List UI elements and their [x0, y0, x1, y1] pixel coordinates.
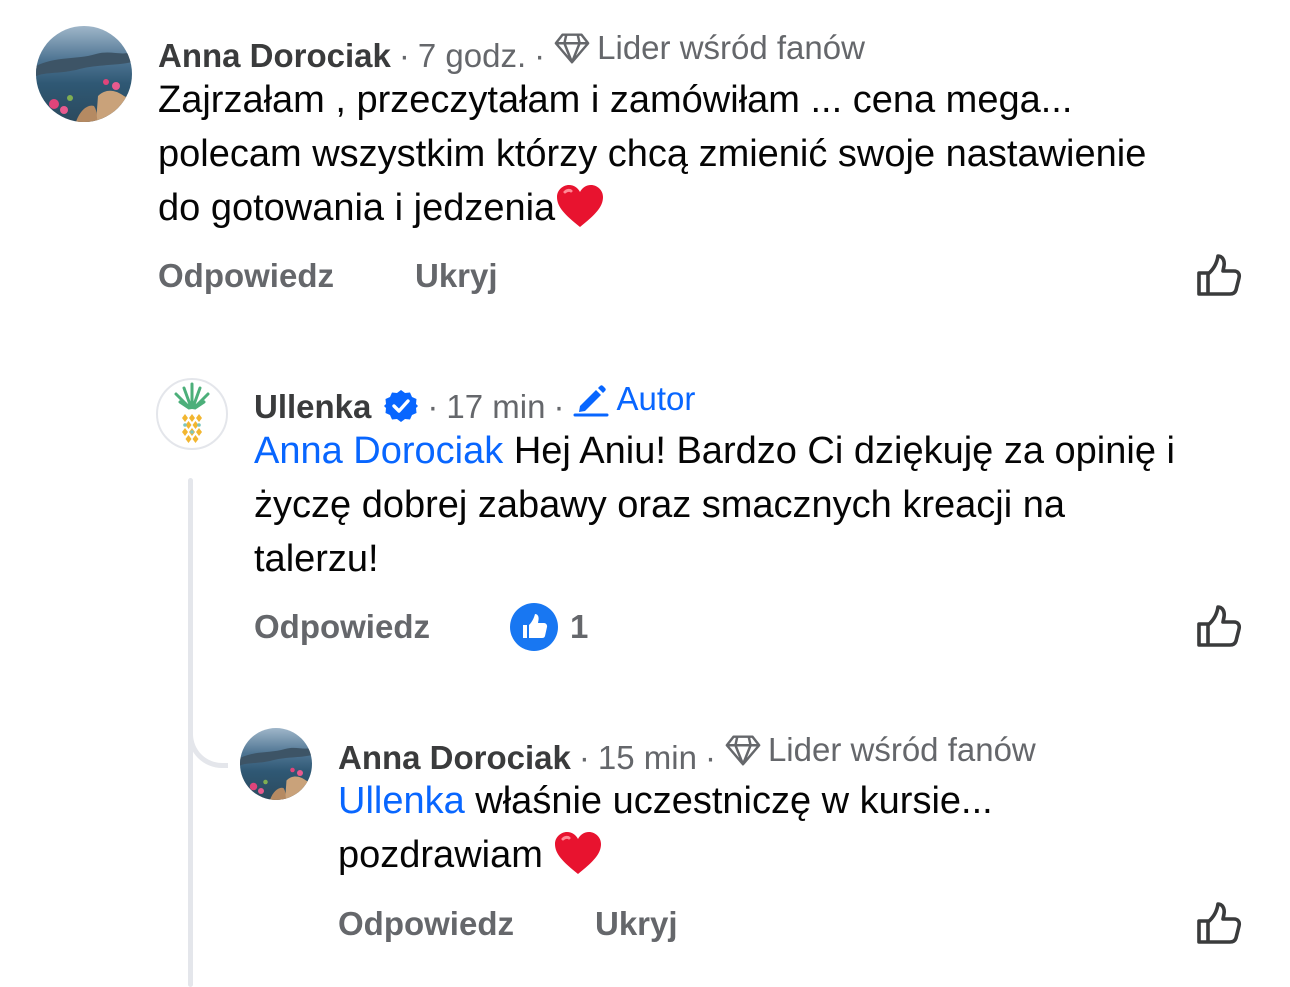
- comment-meta: Anna Dorociak · 15 min · Lider wśród fanów: [338, 730, 1036, 776]
- diamond-icon: [724, 731, 762, 769]
- text-line: do gotowania i jedzenia: [158, 181, 1258, 235]
- text-line: talerzu!: [254, 538, 379, 580]
- thread-line-branch: [188, 700, 228, 768]
- heart-emoji-icon: [555, 183, 605, 229]
- like-icon[interactable]: [1194, 900, 1242, 948]
- like-icon[interactable]: [1194, 603, 1242, 651]
- reply-button[interactable]: Odpowiedz: [338, 904, 514, 944]
- text-fragment: Hej Aniu! Bardzo Ci dziękuję za opinię i: [513, 430, 1175, 472]
- reaction-summary[interactable]: 1: [510, 603, 588, 651]
- timestamp[interactable]: 17 min: [446, 388, 545, 425]
- pineapple-logo: [174, 382, 210, 443]
- author-name[interactable]: Anna Dorociak: [158, 37, 391, 74]
- text-line: Zajrzałam , przeczytałam i zamówiłam ...…: [158, 79, 1073, 121]
- like-reaction-icon: [510, 603, 558, 651]
- text-line: Anna Dorociak Hej Aniu! Bardzo Ci dzięku…: [254, 424, 1264, 478]
- reply-button[interactable]: Odpowiedz: [158, 256, 334, 296]
- text-line: pozdrawiam: [338, 828, 1258, 882]
- mention-link[interactable]: Anna Dorociak: [254, 430, 503, 472]
- diamond-icon: [553, 29, 591, 67]
- fan-badge[interactable]: Lider wśród fanów: [553, 28, 865, 68]
- badge-label: Lider wśród fanów: [767, 731, 1036, 768]
- author-name[interactable]: Ullenka: [254, 388, 371, 425]
- author-badge[interactable]: Autor: [572, 379, 695, 419]
- text-line: życzę dobrej zabawy oraz smacznych kreac…: [254, 484, 1066, 526]
- text-line: polecam wszystkim którzy chcą zmienić sw…: [158, 133, 1147, 175]
- comment-text: Zajrzałam , przeczytałam i zamówiłam ...…: [158, 73, 1258, 235]
- comment-meta: Ullenka · 17 min · Autor: [254, 379, 696, 425]
- avatar-anna-dorociak[interactable]: [36, 26, 132, 122]
- avatar-photo: [240, 728, 312, 800]
- timestamp[interactable]: 15 min: [598, 739, 697, 776]
- avatar-anna-dorociak[interactable]: [240, 728, 312, 800]
- badge-label: Lider wśród fanów: [597, 29, 865, 66]
- text-fragment: do gotowania i jedzenia: [158, 187, 556, 229]
- comment-text: Ullenka właśnie uczestniczę w kursie... …: [338, 774, 1258, 882]
- reply-button[interactable]: Odpowiedz: [254, 607, 430, 647]
- pencil-icon: [573, 385, 609, 417]
- avatar-ullenka[interactable]: [156, 378, 228, 450]
- hide-button[interactable]: Ukryj: [595, 904, 678, 944]
- fan-badge[interactable]: Lider wśród fanów: [724, 730, 1036, 770]
- mention-link[interactable]: Ullenka: [338, 780, 465, 822]
- author-name[interactable]: Anna Dorociak: [338, 739, 571, 776]
- text-fragment: właśnie uczestniczę w kursie...: [475, 780, 993, 822]
- reaction-count: 1: [570, 608, 589, 645]
- verified-badge-icon: [384, 390, 419, 423]
- badge-label: Autor: [616, 380, 696, 417]
- heart-emoji-icon: [553, 830, 603, 876]
- avatar-photo: [36, 26, 132, 122]
- timestamp[interactable]: 7 godz.: [418, 37, 526, 74]
- text-line: Ullenka właśnie uczestniczę w kursie...: [338, 774, 1258, 828]
- comment-meta: Anna Dorociak · 7 godz. · Lider wśród fanów: [158, 28, 865, 74]
- comment-text: Anna Dorociak Hej Aniu! Bardzo Ci dzięku…: [254, 424, 1264, 586]
- like-icon[interactable]: [1194, 252, 1242, 300]
- hide-button[interactable]: Ukryj: [415, 256, 498, 296]
- text-fragment: pozdrawiam: [338, 834, 543, 876]
